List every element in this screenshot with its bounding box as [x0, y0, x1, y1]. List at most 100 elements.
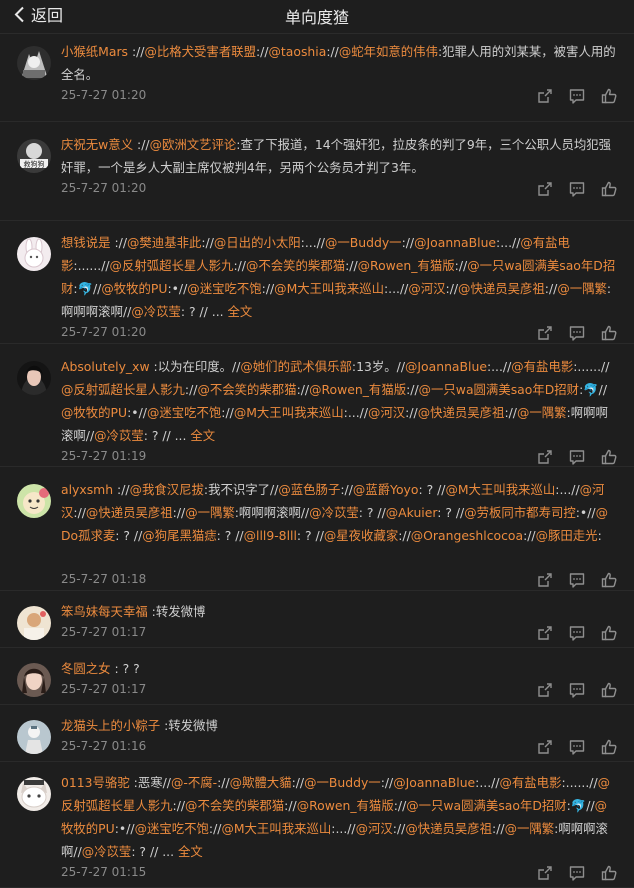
author-name[interactable]: 庆祝无w意义: [61, 137, 133, 152]
mention-link[interactable]: @劳板同市都寿司控: [464, 505, 576, 520]
author-name[interactable]: 龙猫头上的小粽子: [61, 718, 160, 733]
mention-link[interactable]: @日出的小太阳: [214, 235, 301, 250]
mention-link[interactable]: @JoannaBlue: [405, 359, 487, 374]
share-icon[interactable]: [536, 624, 554, 642]
mention-link[interactable]: @星夜收藏家: [324, 528, 398, 543]
mention-link[interactable]: @M大王叫我来巡山: [234, 405, 344, 420]
like-icon[interactable]: [600, 324, 618, 342]
mention-link[interactable]: @taoshia: [269, 44, 327, 59]
mention-link[interactable]: @蓝色肠子: [278, 482, 340, 497]
mention-link[interactable]: @一只wa圆满美sao年D招财: [406, 798, 566, 813]
mention-link[interactable]: @Orangeshlcocoa: [411, 528, 523, 543]
mention-link[interactable]: @JoannaBlue: [414, 235, 496, 250]
repost-item[interactable]: 想钱说是 ://@樊迪基非此://@日出的小太阳:...//@一Buddy一:/…: [0, 221, 634, 344]
mention-link[interactable]: @有盐电影: [511, 359, 573, 374]
share-icon[interactable]: [536, 738, 554, 756]
comment-icon[interactable]: [568, 681, 586, 699]
share-icon[interactable]: [536, 87, 554, 105]
avatar[interactable]: [17, 484, 51, 518]
mention-link[interactable]: @Rowen_有猫版: [358, 258, 455, 273]
mention-link[interactable]: @迷宝吃不饱: [135, 821, 209, 836]
mention-link[interactable]: @我食汉尼拔: [130, 482, 204, 497]
mention-link[interactable]: @歟體大貓: [230, 775, 292, 790]
mention-link[interactable]: @狗尾黑猫痣: [142, 528, 216, 543]
like-icon[interactable]: [600, 864, 618, 882]
comment-icon[interactable]: [568, 864, 586, 882]
repost-item[interactable]: alyxsmh ://@我食汉尼拔:我不识字了//@蓝色肠子://@蓝爵Yoyo…: [0, 467, 634, 591]
repost-item[interactable]: Absolutely_xw :以为在印度。//@她们的武术俱乐部:13岁。//@…: [0, 344, 634, 467]
comment-icon[interactable]: [568, 738, 586, 756]
mention-link[interactable]: @樊迪基非此: [127, 235, 201, 250]
comment-icon[interactable]: [568, 448, 586, 466]
comment-icon[interactable]: [568, 324, 586, 342]
mention-link[interactable]: @一隅繁: [517, 405, 567, 420]
mention-link[interactable]: @一Buddy一: [304, 775, 381, 790]
like-icon[interactable]: [600, 87, 618, 105]
full-text-link[interactable]: 全文: [178, 844, 203, 859]
mention-link[interactable]: @M大王叫我来巡山: [274, 281, 384, 296]
share-icon[interactable]: [536, 571, 554, 589]
mention-link[interactable]: @迷宝吃不饱: [187, 281, 261, 296]
mention-link[interactable]: @豚田走光: [536, 528, 598, 543]
mention-link[interactable]: @比格犬受害者联盟: [144, 44, 256, 59]
mention-link[interactable]: @JoannaBlue: [393, 775, 475, 790]
mention-link[interactable]: @一隅繁: [505, 821, 555, 836]
mention-link[interactable]: @蛇年如意的伟伟: [339, 44, 438, 59]
full-text-link[interactable]: 全文: [228, 304, 253, 319]
mention-link[interactable]: @快递员吴彦祖: [86, 505, 173, 520]
comment-icon[interactable]: [568, 87, 586, 105]
mention-link[interactable]: @欧洲文艺评论: [150, 137, 237, 152]
like-icon[interactable]: [600, 738, 618, 756]
share-icon[interactable]: [536, 681, 554, 699]
mention-link[interactable]: @不会笑的柴郡猫: [246, 258, 345, 273]
share-icon[interactable]: [536, 448, 554, 466]
avatar[interactable]: [17, 720, 51, 754]
mention-link[interactable]: @河汉: [356, 821, 393, 836]
comment-icon[interactable]: [568, 571, 586, 589]
mention-link[interactable]: @一隅繁: [557, 281, 607, 296]
avatar[interactable]: [17, 46, 51, 80]
mention-link[interactable]: @冷苡莹: [94, 428, 144, 443]
author-name[interactable]: alyxsmh: [61, 482, 113, 497]
mention-link[interactable]: @蓝爵Yoyo: [353, 482, 419, 497]
author-name[interactable]: 想钱说是: [61, 235, 111, 250]
mention-link[interactable]: @Rowen_有猫版: [297, 798, 394, 813]
mention-link[interactable]: @快递员吴彦祖: [458, 281, 545, 296]
mention-link[interactable]: @一Buddy一: [325, 235, 402, 250]
mention-link[interactable]: @冷苡莹: [309, 505, 359, 520]
mention-link[interactable]: @lll9-8lll: [244, 528, 297, 543]
comment-icon[interactable]: [568, 624, 586, 642]
author-name[interactable]: 小猴纸Mars: [61, 44, 128, 59]
like-icon[interactable]: [600, 681, 618, 699]
share-icon[interactable]: [536, 180, 554, 198]
mention-link[interactable]: @河汉: [408, 281, 445, 296]
mention-link[interactable]: @有盐电影: [500, 775, 562, 790]
repost-item[interactable]: 0113号骆驼 :恶寒//@-不腐-://@歟體大貓://@一Buddy一://…: [0, 762, 634, 888]
mention-link[interactable]: @快递员吴彦祖: [405, 821, 492, 836]
mention-link[interactable]: @冷苡莹: [131, 304, 181, 319]
mention-link[interactable]: @冷苡莹: [82, 844, 132, 859]
author-name[interactable]: 冬圆之女: [61, 661, 111, 676]
mention-link[interactable]: @牧牧的PU: [101, 281, 167, 296]
repost-item[interactable]: 笨鸟妹每天幸福 :转发微博 25-7-27 01:17: [0, 591, 634, 648]
full-text-link[interactable]: 全文: [190, 428, 215, 443]
avatar[interactable]: [17, 663, 51, 697]
mention-link[interactable]: @快递员吴彦祖: [418, 405, 505, 420]
mention-link[interactable]: @河汉: [368, 405, 405, 420]
author-name[interactable]: Absolutely_xw: [61, 359, 150, 374]
avatar[interactable]: [17, 237, 51, 271]
avatar[interactable]: [17, 777, 51, 811]
mention-link[interactable]: @Akuier: [386, 505, 437, 520]
share-icon[interactable]: [536, 864, 554, 882]
mention-link[interactable]: @M大王叫我来巡山: [445, 482, 555, 497]
mention-link[interactable]: @牧牧的PU: [61, 405, 127, 420]
like-icon[interactable]: [600, 180, 618, 198]
repost-item[interactable]: 救狗狗 庆祝无w意义 ://@欧洲文艺评论:查了下报道，14个强奸犯，拉皮条的判了…: [0, 122, 634, 221]
mention-link[interactable]: @Rowen_有猫版: [309, 382, 406, 397]
author-name[interactable]: 笨鸟妹每天幸福: [61, 604, 148, 619]
avatar[interactable]: [17, 606, 51, 640]
avatar[interactable]: 救狗狗: [17, 139, 51, 173]
mention-link[interactable]: @一隅繁: [185, 505, 235, 520]
comment-icon[interactable]: [568, 180, 586, 198]
mention-link[interactable]: @-不腐-: [171, 775, 217, 790]
